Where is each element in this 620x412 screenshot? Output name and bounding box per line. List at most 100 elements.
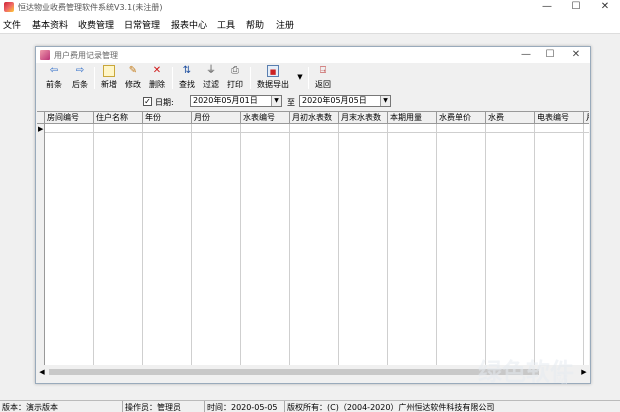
date-label: 日期: — [155, 98, 174, 107]
table-row[interactable] — [45, 124, 589, 133]
grid-corner — [37, 112, 45, 124]
column-header[interactable]: 住户名称 — [94, 112, 143, 124]
status-operator: 操作员：管理员 — [125, 403, 181, 412]
fee-record-window: 用户费用记录管理 — ☐ ✕ ⇦ 前条 ⇨ 后条 新增 ✎ 修改 ✕ 删除 ⇅ … — [35, 46, 591, 384]
column-divider — [142, 124, 143, 365]
window-icon — [40, 50, 50, 60]
add-label: 新增 — [101, 80, 117, 89]
grid-header: 房间编号 住户名称 年份 月份 水表编号 月初水表数 月末水表数 本期用量 水费… — [37, 112, 589, 124]
column-header[interactable]: 月末水表数 — [339, 112, 388, 124]
column-divider — [583, 124, 584, 365]
chevron-down-icon[interactable]: ▼ — [271, 96, 281, 106]
app-icon — [4, 2, 14, 12]
menu-basic-data[interactable]: 基本资料 — [32, 18, 68, 31]
edit-button[interactable]: ✎ 修改 — [122, 65, 144, 91]
menu-reports[interactable]: 报表中心 — [171, 18, 207, 31]
menu-daily[interactable]: 日常管理 — [124, 18, 160, 31]
main-window: 恒达物业收费管理软件系统V3.1(未注册) — ☐ ✕ 文件 基本资料 收费管理… — [0, 0, 620, 412]
child-maximize-button[interactable]: ☐ — [538, 48, 562, 62]
date-to-value: 2020年05月05日 — [302, 96, 367, 105]
date-from-picker[interactable]: 2020年05月01日 ▼ — [190, 95, 282, 107]
current-row-arrow-icon: ▶ — [38, 125, 44, 133]
column-header[interactable]: 房间编号 — [45, 112, 94, 124]
column-divider — [240, 124, 241, 365]
column-header[interactable]: 水表编号 — [241, 112, 290, 124]
print-button[interactable]: ⎙ 打印 — [224, 65, 246, 91]
export-dropdown-button[interactable]: ▼ — [294, 65, 304, 91]
scroll-right-icon[interactable]: ▶ — [579, 367, 589, 377]
menu-file[interactable]: 文件 — [3, 18, 21, 31]
child-close-button[interactable]: ✕ — [564, 48, 588, 62]
export-icon: ■ — [267, 65, 279, 77]
exit-door-icon: ⍈ — [320, 65, 326, 76]
column-divider — [387, 124, 388, 365]
prev-button[interactable]: ⇦ 前条 — [42, 65, 66, 91]
arrow-left-icon: ⇦ — [49, 65, 59, 76]
arrow-right-icon: ⇨ — [75, 65, 85, 76]
printer-icon: ⎙ — [231, 65, 239, 76]
date-to-label: 至 — [287, 98, 295, 107]
scroll-left-icon[interactable]: ◀ — [37, 367, 47, 377]
next-button[interactable]: ⇨ 后条 — [68, 65, 92, 91]
column-header[interactable]: 水费单价 — [437, 112, 486, 124]
row-indicator-column: ▶ — [37, 124, 45, 365]
date-filter-bar: ✓ 日期: 2020年05月01日 ▼ 至 2020年05月05日 ▼ — [36, 93, 590, 109]
back-button[interactable]: ⍈ 返回 — [312, 65, 334, 91]
child-title-bar: 用户费用记录管理 — ☐ ✕ — [36, 47, 590, 63]
export-label: 数据导出 — [257, 80, 289, 89]
delete-button[interactable]: ✕ 删除 — [146, 65, 168, 91]
query-label: 查找 — [179, 80, 195, 89]
column-header[interactable]: 月份 — [192, 112, 241, 124]
edit-label: 修改 — [125, 80, 141, 89]
column-header[interactable]: 月初水表数 — [290, 112, 339, 124]
chevron-down-icon[interactable]: ▼ — [380, 96, 390, 106]
child-minimize-button[interactable]: — — [514, 48, 538, 62]
toolbar-separator — [172, 67, 173, 89]
dropdown-arrow-icon: ▼ — [297, 73, 303, 81]
window-title: 恒达物业收费管理软件系统V3.1(未注册) — [18, 3, 163, 12]
print-label: 打印 — [227, 80, 243, 89]
menu-billing[interactable]: 收费管理 — [78, 18, 114, 31]
menu-tools[interactable]: 工具 — [217, 18, 235, 31]
status-time: 时间：2020-05-05 — [207, 403, 278, 412]
menu-bar: 文件 基本资料 收费管理 日常管理 报表中心 工具 帮助 注册 — [0, 14, 620, 34]
scroll-thumb[interactable] — [49, 369, 539, 375]
column-divider — [191, 124, 192, 365]
toolbar-separator — [250, 67, 251, 89]
data-grid[interactable]: 房间编号 住户名称 年份 月份 水表编号 月初水表数 月末水表数 本期用量 水费… — [37, 111, 589, 365]
delete-label: 删除 — [149, 80, 165, 89]
close-button[interactable]: ✕ — [590, 0, 620, 14]
minimize-button[interactable]: — — [532, 0, 562, 14]
column-divider — [289, 124, 290, 365]
add-button[interactable]: 新增 — [98, 65, 120, 91]
maximize-button[interactable]: ☐ — [561, 0, 591, 14]
column-divider — [436, 124, 437, 365]
watermark-sub: 站 — [556, 372, 569, 386]
status-version: 版本：演示版本 — [2, 403, 58, 412]
new-document-icon — [103, 65, 115, 77]
query-button[interactable]: ⇅ 查找 — [176, 65, 198, 91]
column-header[interactable]: 年份 — [143, 112, 192, 124]
menu-help[interactable]: 帮助 — [246, 18, 264, 31]
filter-button[interactable]: ⏚ 过滤 — [200, 65, 222, 91]
back-label: 返回 — [315, 80, 331, 89]
column-divider — [485, 124, 486, 365]
toolbar-separator — [94, 67, 95, 89]
export-button[interactable]: ■ 数据导出 — [254, 65, 292, 91]
status-copyright: 版权所有：(C)（2004-2020）广州恒达软件科技有限公司 — [287, 403, 495, 412]
column-divider — [338, 124, 339, 365]
filter-icon: ⏚ — [206, 65, 216, 76]
column-header[interactable]: 本期用量 — [388, 112, 437, 124]
filter-label: 过滤 — [203, 80, 219, 89]
date-from-value: 2020年05月01日 — [193, 96, 258, 105]
column-divider — [93, 124, 94, 365]
edit-icon: ✎ — [128, 65, 138, 76]
column-header[interactable]: 电表编号 — [535, 112, 584, 124]
column-header[interactable]: 月 — [584, 112, 589, 124]
toolbar-separator — [308, 67, 309, 89]
date-filter-checkbox[interactable]: ✓ — [143, 97, 152, 106]
date-to-picker[interactable]: 2020年05月05日 ▼ — [299, 95, 391, 107]
column-header[interactable]: 水费 — [486, 112, 535, 124]
delete-icon: ✕ — [152, 65, 162, 76]
menu-register[interactable]: 注册 — [276, 18, 294, 31]
